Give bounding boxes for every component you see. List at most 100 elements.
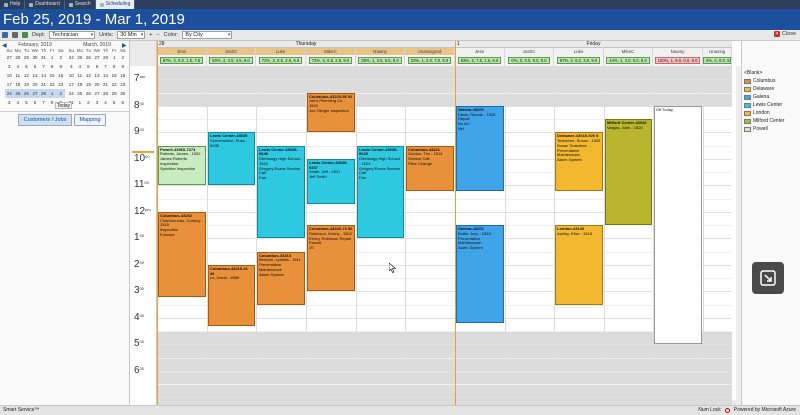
- column-header[interactable]: Jess: [455, 48, 505, 55]
- calendar-day[interactable]: 5: [22, 62, 31, 71]
- appointment-card[interactable]: London-43140 Ashley, Elise - 1518: [555, 225, 603, 305]
- zoom-minus-icon[interactable]: −: [156, 32, 159, 38]
- calendar-day[interactable]: 1: [48, 53, 57, 62]
- calendar-day[interactable]: 11: [14, 71, 23, 80]
- appointment-card[interactable]: Columbus-43215-31 46 Le, David - 6556: [208, 264, 255, 326]
- calendar-day[interactable]: 2: [84, 98, 93, 107]
- zoom-plus-icon[interactable]: +: [149, 32, 152, 38]
- calendar-day[interactable]: 15: [110, 71, 119, 80]
- refresh-icon[interactable]: [22, 32, 28, 38]
- calendar-day[interactable]: 27: [30, 89, 40, 98]
- calendar-day[interactable]: 7: [101, 62, 110, 71]
- column-header[interactable]: Luke: [256, 48, 306, 55]
- column-header[interactable]: MikeC: [604, 48, 653, 55]
- calendar-day[interactable]: 13: [93, 71, 102, 80]
- appointment-card[interactable]: Galena-43201 Butler, Amy - 1516 Preventati…: [456, 225, 504, 324]
- calendar-day[interactable]: 17: [5, 80, 14, 89]
- calendar-day[interactable]: 28: [101, 53, 110, 62]
- calendar-day[interactable]: 24: [5, 89, 14, 98]
- calendar-day[interactable]: 4: [14, 98, 23, 107]
- calendar-day[interactable]: 8: [110, 62, 119, 71]
- calendar-day[interactable]: 7: [39, 62, 48, 71]
- calendar-day[interactable]: 21: [101, 80, 110, 89]
- calendar-day[interactable]: 3: [93, 98, 102, 107]
- calendar-day[interactable]: 1: [110, 53, 119, 62]
- calendar-day[interactable]: 8: [48, 62, 57, 71]
- appointment-card[interactable]: Columbus-43232 Charbonneau, Cortney - 151…: [158, 211, 206, 297]
- appointment-card[interactable]: Lewis Center-43035 Sonnenshein, Russ - 50…: [208, 132, 255, 186]
- calendar-day[interactable]: 26: [22, 89, 31, 98]
- calendar-day[interactable]: 26: [84, 89, 93, 98]
- calendar-day[interactable]: 12: [22, 71, 31, 80]
- calendar-day[interactable]: 23: [56, 80, 65, 89]
- calendar-day[interactable]: 16: [56, 71, 65, 80]
- calendar-day[interactable]: 2: [56, 53, 65, 62]
- calendar-day[interactable]: 28: [14, 53, 23, 62]
- calendar-day[interactable]: 30: [118, 89, 127, 98]
- calendar-day[interactable]: 2: [118, 53, 127, 62]
- calendar-day[interactable]: 1: [76, 98, 85, 107]
- calendar-day[interactable]: 5: [22, 98, 31, 107]
- calendar-day[interactable]: 25: [13, 89, 23, 98]
- appointment-card[interactable]: Powell-43965-7374 Roberts, James - 1552 Ja…: [158, 145, 206, 186]
- calendar-day[interactable]: 5: [110, 98, 119, 107]
- calendar-day[interactable]: 3: [67, 62, 76, 71]
- calendar-day[interactable]: 20: [93, 80, 102, 89]
- tab-search[interactable]: Search: [65, 0, 96, 9]
- tab-dashboard[interactable]: Dashboard: [25, 0, 65, 9]
- appointment-card[interactable]: Delaware-43015-920 8 Tedeshee, Susan - 15…: [555, 132, 603, 191]
- calendar-day[interactable]: 28: [39, 89, 48, 98]
- calendar-day[interactable]: 22: [48, 80, 57, 89]
- column-header[interactable]: Unassigned: [405, 48, 455, 55]
- calendar-day[interactable]: 26: [84, 53, 93, 62]
- calendar-day[interactable]: 3: [5, 62, 14, 71]
- calendar-day[interactable]: 24: [67, 53, 76, 62]
- calendar-day[interactable]: 3: [5, 98, 14, 107]
- calendar-day[interactable]: 13: [31, 71, 40, 80]
- column-header[interactable]: Luke: [554, 48, 604, 55]
- calendar-day[interactable]: 2: [56, 89, 65, 98]
- calendar-day[interactable]: 25: [76, 89, 85, 98]
- calendar-day[interactable]: 17: [67, 80, 76, 89]
- calendar-day[interactable]: 18: [14, 80, 23, 89]
- calendar-day[interactable]: 19: [22, 80, 31, 89]
- dept-select[interactable]: Technician: [49, 31, 96, 39]
- calendar-day[interactable]: 31: [39, 53, 48, 62]
- color-select[interactable]: By City: [182, 31, 233, 39]
- calendar-day[interactable]: 5: [84, 62, 93, 71]
- calendar-day[interactable]: 10: [67, 71, 76, 80]
- calendar-day[interactable]: 25: [76, 53, 85, 62]
- calendar-day[interactable]: 11: [76, 71, 85, 80]
- column-header[interactable]: Jess: [157, 48, 207, 55]
- calendar-day[interactable]: 9: [56, 62, 65, 71]
- calendar-day[interactable]: 6: [31, 98, 40, 107]
- calendar-day[interactable]: 4: [76, 62, 85, 71]
- calendar-day[interactable]: 27: [93, 53, 102, 62]
- calendar-day[interactable]: 18: [76, 80, 85, 89]
- appointment-card[interactable]: Milford Center-43040 Vargas, John - 1520: [605, 119, 652, 225]
- appointment-card[interactable]: Lewis Center-43035-9437 Smith, Jeff - 152…: [307, 158, 355, 204]
- tab-help[interactable]: Help: [0, 0, 26, 9]
- column-header[interactable]: MikeC: [306, 48, 356, 55]
- appointment-card[interactable]: Columbus-43213 Bedsole, Lynetta - 1511 Pre…: [257, 251, 305, 305]
- calendar-day[interactable]: 4: [101, 98, 110, 107]
- close-button[interactable]: × Close: [773, 31, 796, 37]
- tab-scheduling[interactable]: Scheduling: [95, 0, 136, 9]
- customers-jobs-button[interactable]: Customers / Jobs: [18, 114, 72, 126]
- calendar-day[interactable]: 6: [93, 62, 102, 71]
- calendar-day[interactable]: 29: [22, 53, 31, 62]
- appointment-card[interactable]: Off Today: [654, 105, 702, 345]
- column-header[interactable]: JoshC: [207, 48, 256, 55]
- calendar-day[interactable]: 9: [118, 62, 127, 71]
- calendar-day[interactable]: 27: [5, 53, 14, 62]
- calendar-day[interactable]: 6: [118, 98, 127, 107]
- calendar-day[interactable]: 16: [118, 71, 127, 80]
- calendar-day[interactable]: 12: [84, 71, 93, 80]
- today-button[interactable]: Today: [55, 102, 72, 109]
- appointment-card[interactable]: Columbus-43240-70 80 Robinson, Kenny - 15…: [307, 225, 355, 292]
- appointment-card[interactable]: Lewis Center-43035-9049 Olentangy High Sc…: [257, 145, 305, 239]
- column-header[interactable]: JoshC: [505, 48, 554, 55]
- calendar-day[interactable]: 21: [39, 80, 48, 89]
- appointment-card[interactable]: Columbus-43229-56 92 Joe's Plumbing Co. -…: [307, 92, 355, 133]
- calendar-day[interactable]: 4: [14, 62, 23, 71]
